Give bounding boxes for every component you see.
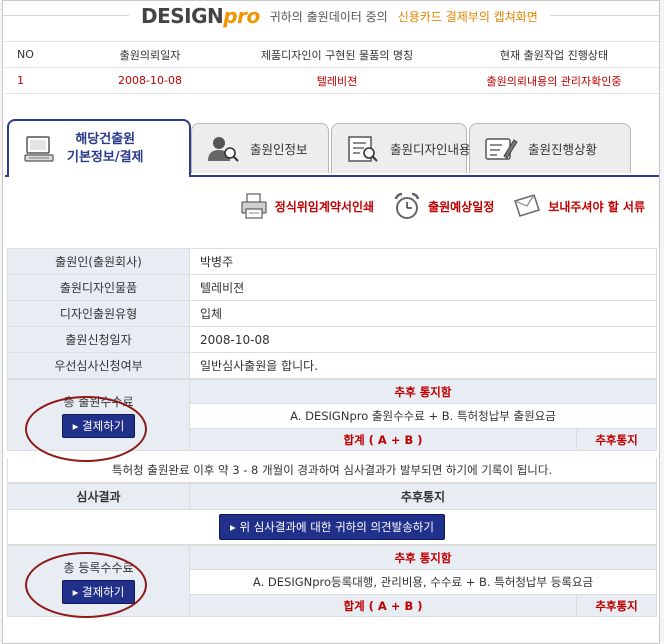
- priority-exam-value: 일반심사출원을 합니다.: [189, 352, 657, 379]
- exam-note: 특허청 출원완료 이후 약 3 - 8 개월이 경과하여 심사결과가 발부되면 …: [7, 458, 657, 483]
- registration-fee-cell: 총 등록수수료 ▸ 결제하기: [7, 545, 190, 617]
- design-item-value: 텔레비젼: [189, 274, 657, 301]
- tab-bar: 해당건출원 기본정보/결제 출원인정보 출원디자인내용 출원진행상황: [5, 119, 659, 177]
- opinion-row: ▸ 위 심사결과에 대한 귀하의 의견발송하기: [7, 509, 657, 545]
- table-row: 심사결과 추후통지: [7, 483, 657, 510]
- expected-schedule-link[interactable]: 출원예상일정: [392, 191, 494, 221]
- document-search-icon: [346, 134, 380, 164]
- tab-design-content[interactable]: 출원디자인내용: [331, 123, 471, 173]
- registration-fee-pay-button[interactable]: ▸ 결제하기: [61, 579, 136, 604]
- action-links: 정식위임계약서인쇄 출원예상일정 보내주셔야 할 서류: [239, 191, 645, 221]
- expected-schedule-label: 출원예상일정: [428, 199, 495, 214]
- filing-fee-total-label: 합계 ( A + B ): [189, 428, 577, 451]
- filing-type-value: 입체: [189, 300, 657, 327]
- table-row: 우선심사신청여부 일반심사출원을 합니다.: [7, 352, 657, 379]
- request-date-key: 출원신청일자: [7, 326, 190, 353]
- person-search-icon: [206, 134, 240, 164]
- filing-fee-table: 총 출원수수료 ▸ 결제하기 추후 통지함 A. DESIGNpro 출원수수료…: [7, 379, 657, 451]
- col-request-date: 출원의뢰일자: [75, 41, 225, 68]
- col-no: NO: [5, 41, 75, 68]
- page-frame: DESIGNpro 귀하의 출원데이터 중의 신용카드 결제부의 캡쳐화면 NO…: [2, 0, 660, 644]
- computer-icon: [23, 134, 57, 164]
- alarm-clock-icon: [392, 191, 422, 221]
- cell-no: 1: [5, 67, 75, 94]
- exam-result-value: 추후통지: [189, 483, 657, 510]
- cell-product-name: 텔레비젼: [225, 67, 449, 94]
- tab-applicant-info-label: 출원인정보: [250, 142, 308, 157]
- tab-progress-status-label: 출원진행상황: [528, 142, 598, 157]
- design-item-key: 출원디자인물품: [7, 274, 190, 301]
- filing-type-key: 디자인출원유형: [7, 300, 190, 327]
- filing-fee-total-value: 추후통지: [576, 428, 657, 451]
- basic-info-table: 출원인(출원회사) 박병주 출원디자인물품 텔레비젼 디자인출원유형 입체 출원…: [7, 248, 657, 379]
- table-row: 출원신청일자 2008-10-08: [7, 326, 657, 353]
- exam-result-key: 심사결과: [7, 483, 190, 510]
- page-header: DESIGNpro 귀하의 출원데이터 중의 신용카드 결제부의 캡쳐화면: [3, 1, 659, 31]
- cell-request-date: 2008-10-08: [75, 67, 225, 94]
- envelope-icon: [512, 191, 542, 221]
- registration-fee-notice: 추후 통지함: [189, 545, 657, 570]
- registration-fee-title: 총 등록수수료: [63, 560, 134, 575]
- request-date-value: 2008-10-08: [189, 326, 657, 353]
- document-edit-icon: [484, 134, 518, 164]
- printer-icon: [239, 191, 269, 221]
- col-progress-status: 현재 출원작업 진행상태: [449, 41, 659, 68]
- send-opinion-button[interactable]: ▸ 위 심사결과에 대한 귀하의 의견발송하기: [219, 513, 445, 540]
- registration-fee-description: A. DESIGNpro등록대행, 관리비용, 수수료 + B. 특허청납부 등…: [189, 569, 657, 595]
- header-highlight: 신용카드 결제부의 캡쳐화면: [397, 9, 538, 24]
- required-documents-link[interactable]: 보내주셔야 할 서류: [512, 191, 645, 221]
- header-title: DESIGNpro 귀하의 출원데이터 중의 신용카드 결제부의 캡쳐화면: [129, 4, 550, 28]
- cell-progress-status: 출원의뢰내용의 관리자확인중: [449, 67, 659, 94]
- filing-fee-notice: 추후 통지함: [189, 379, 657, 404]
- table-row: 출원디자인물품 텔레비젼: [7, 274, 657, 301]
- tab-basic-info-payment[interactable]: 해당건출원 기본정보/결제: [7, 119, 191, 177]
- application-status-table: NO 출원의뢰일자 제품디자인이 구현된 물품의 명칭 현재 출원작업 진행상태…: [5, 41, 659, 94]
- applicant-value: 박병주: [189, 248, 657, 275]
- registration-fee-total-label: 합계 ( A + B ): [189, 594, 577, 617]
- filing-fee-pay-button[interactable]: ▸ 결제하기: [61, 413, 136, 438]
- table-row: 출원인(출원회사) 박병주: [7, 248, 657, 275]
- header-text: 귀하의 출원데이터 중의: [269, 9, 388, 24]
- exam-result-table: 심사결과 추후통지: [7, 483, 657, 510]
- required-documents-label: 보내주셔야 할 서류: [548, 199, 645, 214]
- table-row: 디자인출원유형 입체: [7, 300, 657, 327]
- filing-fee-description: A. DESIGNpro 출원수수료 + B. 특허청납부 출원요금: [189, 403, 657, 429]
- filing-fee-cell: 총 출원수수료 ▸ 결제하기: [7, 379, 190, 451]
- tab-design-content-label: 출원디자인내용: [390, 142, 471, 157]
- table-row[interactable]: 1 2008-10-08 텔레비젼 출원의뢰내용의 관리자확인중: [5, 67, 659, 94]
- print-contract-label: 정식위임계약서인쇄: [274, 199, 375, 214]
- designpro-logo: DESIGNpro: [141, 4, 260, 28]
- registration-fee-total-value: 추후통지: [576, 594, 657, 617]
- filing-fee-title: 총 출원수수료: [63, 394, 134, 409]
- print-contract-link[interactable]: 정식위임계약서인쇄: [239, 191, 374, 221]
- tab-applicant-info[interactable]: 출원인정보: [191, 123, 329, 173]
- priority-exam-key: 우선심사신청여부: [7, 352, 190, 379]
- tab-progress-status[interactable]: 출원진행상황: [469, 123, 631, 173]
- tab-basic-info-label: 해당건출원 기본정보/결제: [67, 132, 144, 165]
- status-table-header: NO 출원의뢰일자 제품디자인이 구현된 물품의 명칭 현재 출원작업 진행상태: [5, 41, 659, 68]
- registration-fee-table: 총 등록수수료 ▸ 결제하기 추후 통지함 A. DESIGNpro등록대행, …: [7, 545, 657, 617]
- applicant-key: 출원인(출원회사): [7, 248, 190, 275]
- col-product-name: 제품디자인이 구현된 물품의 명칭: [225, 41, 449, 68]
